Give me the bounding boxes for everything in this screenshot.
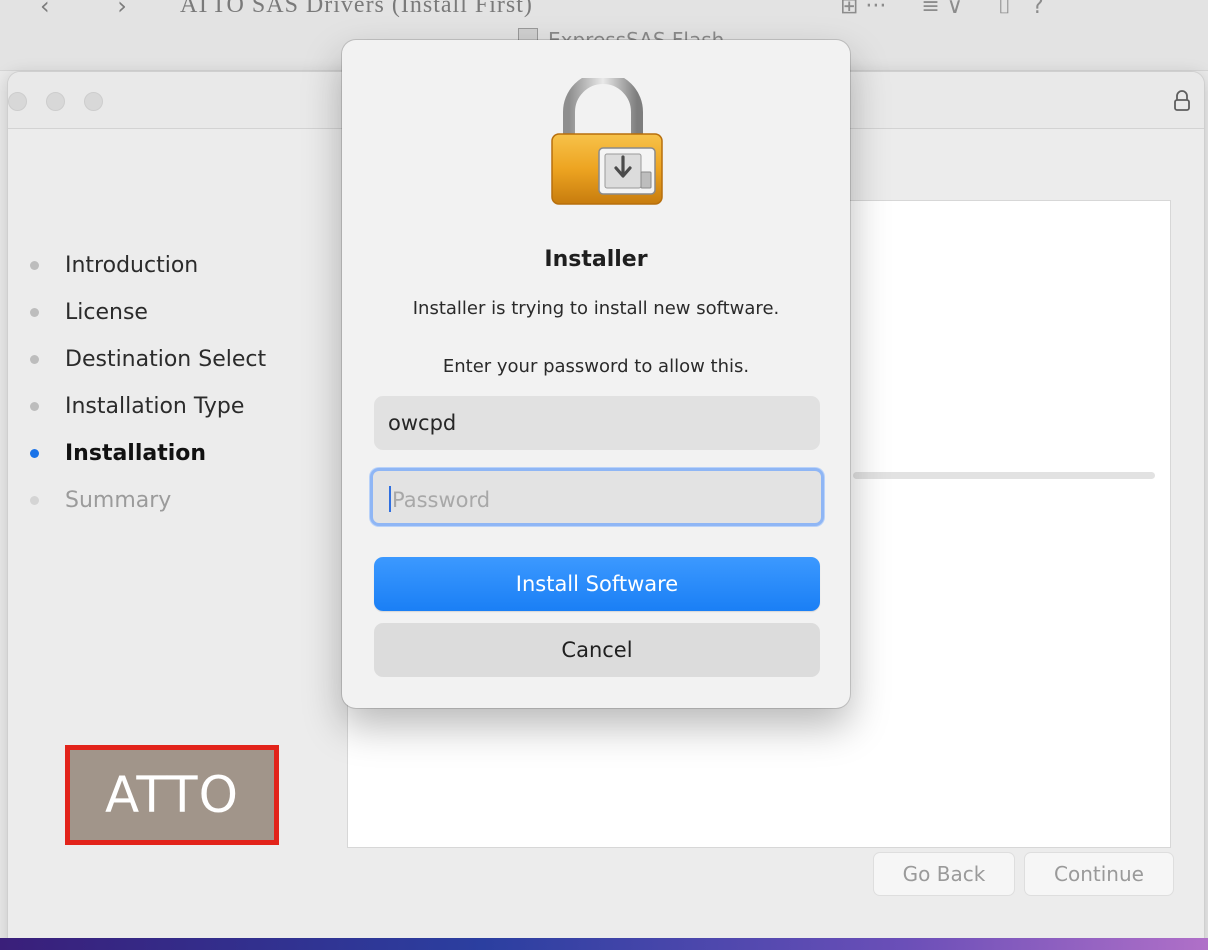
step-bullet xyxy=(30,308,39,317)
installer-lock-icon xyxy=(551,78,663,205)
go-back-button[interactable]: Go Back xyxy=(873,852,1015,896)
step-bullet xyxy=(30,355,39,364)
minimize-window-button[interactable] xyxy=(46,92,65,111)
close-window-button[interactable] xyxy=(8,92,27,111)
finder-window-title: ATTO SAS Drivers (Install First) xyxy=(180,0,533,18)
install-software-button[interactable]: Install Software xyxy=(374,557,820,611)
step-introduction: Introduction xyxy=(30,242,266,289)
step-destination-select: Destination Select xyxy=(30,336,266,383)
installer-steps-list: Introduction License Destination Select … xyxy=(30,242,266,524)
step-installation: Installation xyxy=(30,430,266,477)
step-bullet-active xyxy=(30,449,39,458)
step-label: Installation Type xyxy=(65,394,245,419)
finder-nav-arrows: ‹ › xyxy=(40,0,157,20)
atto-logo: ATTO xyxy=(65,745,279,845)
desktop: ‹ › ATTO SAS Drivers (Install First) Exp… xyxy=(0,0,1208,950)
cancel-button[interactable]: Cancel xyxy=(374,623,820,677)
dialog-message: Installer is trying to install new softw… xyxy=(412,298,780,319)
continue-button[interactable]: Continue xyxy=(1024,852,1174,896)
step-label: Destination Select xyxy=(65,347,267,372)
step-installation-type: Installation Type xyxy=(30,383,266,430)
step-label: License xyxy=(65,300,148,325)
install-progress-bar xyxy=(853,472,1155,479)
step-label: Installation xyxy=(65,441,207,466)
username-field[interactable]: owcpd xyxy=(374,396,820,450)
desktop-wallpaper-strip xyxy=(0,938,1208,950)
finder-toolbar-icons: ⊞ ··· ≡ ∨ ⌷ ? xyxy=(840,0,1044,19)
dialog-prompt: Enter your password to allow this. xyxy=(442,356,750,377)
authentication-dialog: Installer Installer is trying to install… xyxy=(342,40,850,708)
atto-logo-text: ATTO xyxy=(105,766,239,824)
dialog-title: Installer xyxy=(544,247,648,272)
step-bullet xyxy=(30,496,39,505)
step-license: License xyxy=(30,289,266,336)
step-bullet xyxy=(30,402,39,411)
step-label: Introduction xyxy=(65,253,199,278)
lock-icon xyxy=(1174,90,1190,111)
step-bullet xyxy=(30,261,39,270)
zoom-window-button[interactable] xyxy=(84,92,103,111)
step-label: Summary xyxy=(65,488,172,513)
step-summary: Summary xyxy=(30,477,266,524)
password-placeholder: Password xyxy=(392,488,491,512)
password-field[interactable]: Password xyxy=(370,468,824,526)
text-caret xyxy=(389,486,391,512)
